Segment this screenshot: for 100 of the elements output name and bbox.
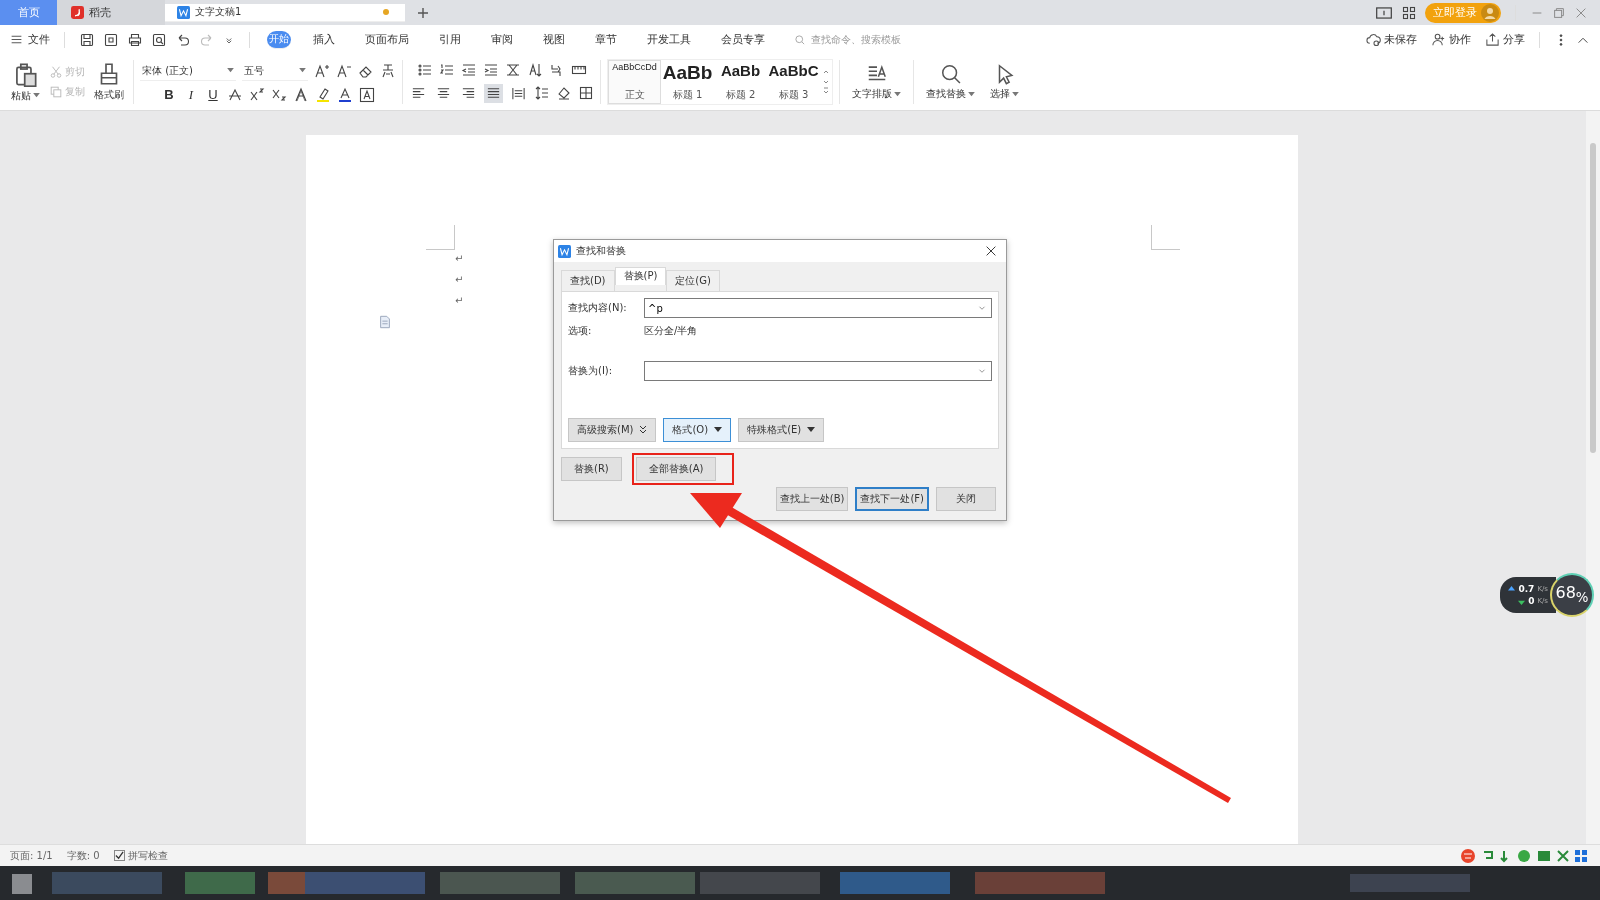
style-preset[interactable]: AaBbC 标题 3 [767, 60, 820, 104]
ribbon-tab[interactable]: 会员专享 [713, 30, 773, 49]
caret-icon [968, 91, 975, 97]
writer-logo-icon [558, 244, 571, 258]
paragraph-mark: ↵ [455, 295, 464, 306]
flame-logo-icon [71, 6, 84, 19]
shading-icon[interactable] [556, 85, 572, 101]
dialog-tab[interactable]: 替换(P) [614, 267, 667, 285]
memory-percent: 68$_{%}$ [1555, 585, 1589, 605]
print-icon[interactable] [127, 31, 143, 48]
justify-icon[interactable] [484, 83, 503, 103]
copy-icon [49, 85, 63, 99]
plus-icon [417, 6, 429, 19]
spell-check-label: 拼写检查 [127, 848, 168, 863]
file-menu[interactable]: 文件 [10, 32, 50, 47]
paragraph-mark: ↵ [455, 274, 464, 285]
crop-mark [426, 225, 455, 250]
dialog-tab[interactable]: 定位(G) [666, 270, 720, 291]
dialog-tab[interactable]: 查找(D) [561, 270, 615, 291]
share-button[interactable]: 分享 [1485, 32, 1525, 47]
clipboard-icon [13, 61, 38, 87]
paste-button[interactable]: 粘贴 [8, 61, 43, 103]
find-field[interactable]: ^p [644, 298, 992, 318]
find-replace-button[interactable]: 查找替换 [920, 63, 981, 101]
save-icon[interactable] [79, 31, 95, 48]
options-value: 区分全/半角 [644, 324, 698, 338]
select-button[interactable]: 选择 [987, 63, 1022, 101]
replace-button[interactable]: 替换(R) [561, 457, 622, 481]
caret-icon [299, 68, 306, 73]
double-chevron-icon [639, 425, 648, 435]
crop-mark [1151, 225, 1180, 250]
vertical-scrollbar[interactable] [1586, 111, 1600, 844]
increase-font-icon[interactable] [314, 63, 330, 79]
advanced-search-button[interactable]: 高级搜索(M) [568, 418, 657, 442]
collaborate-button[interactable]: 协作 [1431, 32, 1471, 47]
superscript-icon[interactable] [249, 86, 265, 103]
ribbon-tab[interactable]: 页面布局 [357, 30, 417, 49]
replace-all-button[interactable]: 全部替换(A) [635, 457, 717, 481]
italic-button[interactable]: I [183, 86, 199, 103]
text-layout-button[interactable]: 文字排版 [846, 63, 907, 101]
numbered-list-icon[interactable] [438, 61, 455, 78]
format-dropdown-button[interactable]: 特殊格式(E) [738, 418, 825, 442]
grid-icon[interactable] [1401, 4, 1417, 21]
sort-icon[interactable] [526, 61, 543, 78]
bold-button[interactable]: B [161, 87, 177, 102]
character-border-icon[interactable] [359, 86, 375, 103]
font-size-dropdown[interactable]: 五号 [242, 61, 308, 81]
format-painter-button[interactable]: 格式刷 [91, 62, 127, 102]
indent-icon[interactable] [482, 61, 499, 78]
ribbon-tab[interactable]: 引用 [431, 30, 469, 49]
share-icon [1485, 32, 1500, 47]
format-dropdown-button[interactable]: 格式(O) [663, 418, 732, 442]
font-color-icon[interactable] [337, 86, 353, 103]
command-search-field[interactable]: 查找命令、搜索模板 [794, 33, 923, 46]
dialog-button[interactable]: 查找下一处(F) [855, 487, 929, 511]
pinyin-guide-icon[interactable] [380, 63, 396, 79]
dialog-button[interactable]: 查找上一处(B) [775, 487, 849, 511]
caret-icon [227, 68, 234, 73]
caret-icon [1012, 91, 1019, 97]
close-icon[interactable] [984, 244, 998, 258]
scissors-icon [49, 65, 63, 79]
ribbon-tab[interactable]: 章节 [587, 30, 625, 49]
document-tab[interactable]: 稻壳 [57, 0, 165, 25]
outdent-icon[interactable] [460, 61, 477, 78]
caret-icon [894, 91, 901, 97]
caret-icon [807, 427, 816, 433]
save-status-button[interactable]: 未保存 [1366, 32, 1417, 47]
search-icon [794, 33, 806, 46]
underline-button[interactable]: U [205, 87, 221, 102]
line-spacing-icon[interactable] [534, 85, 550, 101]
save-as-icon[interactable] [103, 31, 119, 48]
style-preset[interactable]: AaBbCcDd 正文 [608, 60, 661, 104]
page-count: 页面: 1/1 [10, 848, 53, 863]
caret-icon [33, 93, 40, 98]
text-effect-icon[interactable] [293, 86, 309, 103]
word-count: 字数: 0 [66, 848, 100, 863]
cloud-icon [1366, 32, 1381, 47]
document-tab[interactable]: 文字文稿1 [165, 3, 405, 22]
paragraph-mark: ↵ [455, 253, 464, 264]
menu-icon [10, 33, 23, 46]
print-preview-icon[interactable] [151, 31, 167, 48]
asian-layout-icon[interactable] [504, 61, 521, 78]
upload-arrow-icon [1508, 585, 1516, 593]
font-name-dropdown[interactable]: 宋体 (正文) [140, 61, 236, 81]
replace-field[interactable] [644, 361, 992, 381]
ribbon-tab[interactable]: 开发工具 [639, 30, 699, 49]
spell-check-checkbox[interactable] [113, 850, 125, 861]
find-label: 查找内容(N): [568, 301, 628, 315]
style-preset[interactable]: AaBb 标题 2 [714, 60, 767, 104]
ribbon-tab[interactable]: 审阅 [483, 30, 521, 49]
decrease-font-icon[interactable] [336, 63, 352, 79]
highlighter-icon[interactable] [315, 86, 331, 103]
dialog-title: 查找和替换 [576, 244, 626, 258]
options-label: 选项: [568, 324, 593, 338]
dialog-button[interactable]: 关闭 [936, 487, 996, 511]
style-preset[interactable]: AaBb 标题 1 [661, 60, 714, 104]
writer-logo-icon [177, 5, 190, 19]
ribbon-tab[interactable]: 插入 [305, 30, 343, 49]
ribbon-tab[interactable]: 视图 [535, 30, 573, 49]
borders-icon[interactable] [578, 85, 594, 101]
